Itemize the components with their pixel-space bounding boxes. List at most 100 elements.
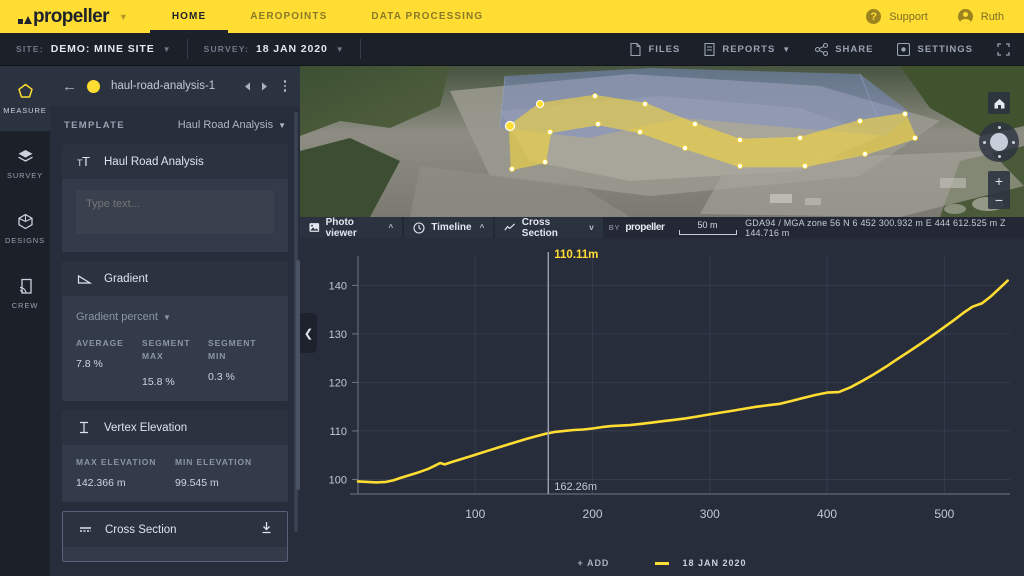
stat-min-elevation: MIN ELEVATION 99.545 m [175,456,274,489]
measurement-color-dot[interactable] [87,80,100,93]
card-header[interactable]: T T Haul Road Analysis [62,144,288,179]
rail-item-survey[interactable]: SURVEY [0,131,50,196]
rail-item-crew[interactable]: CREW [0,261,50,326]
share-button[interactable]: SHARE [815,43,873,56]
card-gradient: Gradient Gradient percent▼ AVERAGE 7.8 %… [62,261,288,401]
pentagon-icon [17,83,34,100]
support-button[interactable]: ? Support [866,9,928,24]
kebab-menu-icon[interactable] [282,78,289,94]
rail-item-designs[interactable]: DESIGNS [0,196,50,261]
svg-text:300: 300 [700,507,720,521]
stat-value: 0.3 % [208,371,274,383]
add-series-button[interactable]: + ADD [578,558,610,568]
chevron-down-icon[interactable]: ▼ [119,12,128,22]
stat-value: 7.8 % [76,358,142,370]
share-icon [815,43,828,56]
measurement-name[interactable]: haul-road-analysis-1 [111,80,236,92]
nav-tab-data-processing[interactable]: DATA PROCESSING [349,0,505,33]
download-icon[interactable] [260,521,273,539]
template-selector[interactable]: Haul Road Analysis▼ [178,119,286,131]
propeller-logo[interactable]: propeller ▼ [18,6,128,28]
gradient-triangle-icon [76,272,92,285]
photo-viewer-label: Photo viewer [326,217,381,239]
nav-tab-aeropoints[interactable]: AEROPOINTS [228,0,349,33]
back-arrow-icon[interactable]: ← [62,78,77,95]
stat-label: SEGMENT MIN [208,337,274,363]
file-icon [630,43,641,56]
reports-label: REPORTS [722,44,775,55]
chart-legend: + ADD 18 JAN 2020 [300,558,1024,568]
chevron-up-icon[interactable]: ^ [480,223,485,232]
timeline-button[interactable]: Timeline ^ [404,217,493,238]
report-icon [704,43,715,56]
stat-max-elevation: MAX ELEVATION 142.366 m [76,456,175,489]
chevron-up-icon[interactable]: ^ [389,223,394,232]
stat-average: AVERAGE 7.8 % [76,337,142,388]
scale-bar-label: 50 m [679,220,737,230]
site-value: DEMO: MINE SITE [51,43,155,55]
stat-value: 99.545 m [175,477,274,489]
rail-label-crew: CREW [12,301,39,310]
stat-value: 15.8 % [142,376,208,388]
fullscreen-button[interactable] [997,43,1010,56]
chevron-down-icon[interactable]: ▼ [163,45,171,54]
card-body: MAX ELEVATION 142.366 m MIN ELEVATION 99… [62,445,288,502]
previous-triangle-icon[interactable] [242,81,253,92]
gear-icon [897,43,910,56]
chart-line-icon [504,222,516,233]
files-label: FILES [648,44,680,55]
rail-item-measure[interactable]: MEASURE [0,66,50,131]
template-value-text: Haul Road Analysis [178,119,273,131]
context-bar-actions: FILES REPORTS ▼ SHARE [606,43,1010,56]
photo-viewer-button[interactable]: Photo viewer ^ [300,217,402,238]
settings-button[interactable]: SETTINGS [897,43,973,56]
stat-label: MAX ELEVATION [76,456,175,469]
card-header[interactable]: Vertex Elevation [62,410,288,445]
note-textarea[interactable] [76,190,274,234]
card-header[interactable]: Gradient [62,261,288,296]
primary-nav: HOME AEROPOINTS DATA PROCESSING [150,0,505,33]
support-label: Support [889,11,928,23]
user-menu-button[interactable]: Ruth [958,9,1004,24]
chevron-down-icon[interactable]: v [589,223,593,232]
next-triangle-icon[interactable] [259,81,270,92]
site-selector[interactable]: SITE: DEMO: MINE SITE ▼ [0,33,187,65]
card-body [62,179,288,252]
zoom-in-button[interactable]: + [988,171,1010,190]
chevron-left-icon[interactable]: ❮ [300,313,317,353]
svg-text:100: 100 [465,507,485,521]
card-header[interactable]: Cross Section [63,512,287,547]
template-row: TEMPLATE Haul Road Analysis▼ [50,106,300,144]
svg-text:400: 400 [817,507,837,521]
zoom-out-button[interactable]: − [988,190,1010,209]
home-icon[interactable] [988,92,1010,114]
device-cast-icon [17,278,34,295]
chevron-down-icon[interactable]: ▼ [336,45,344,54]
three-d-viewport[interactable]: + − [300,66,1024,217]
chart-scrollbar[interactable] [296,260,300,490]
timeline-label: Timeline [431,222,471,233]
stat-label: AVERAGE [76,337,142,350]
top-navigation-bar: propeller ▼ HOME AEROPOINTS DATA PROCESS… [0,0,1024,33]
coordinate-readout: GDA94 / MGA zone 56 N 6 452 300.932 m E … [745,218,1024,238]
nav-tab-home[interactable]: HOME [150,0,228,33]
reports-button[interactable]: REPORTS ▼ [704,43,791,56]
gradient-unit-dropdown[interactable]: Gradient percent▼ [76,311,171,323]
legend-label: 18 JAN 2020 [682,558,746,568]
stat-segment-min: SEGMENT MIN 0.3 % [208,337,274,388]
svg-text:T: T [82,155,90,168]
rail-label-designs: DESIGNS [5,236,45,245]
files-button[interactable]: FILES [630,43,680,56]
share-label: SHARE [835,44,873,55]
zoom-controls: + − [988,171,1010,209]
elevation-profile-chart[interactable]: 100110120130140100200300400500110.11m162… [300,238,1024,528]
cross-section-button[interactable]: Cross Section v [495,217,602,238]
question-mark-icon: ? [866,9,881,24]
svg-text:110: 110 [329,426,347,438]
chevron-down-icon[interactable]: ▼ [782,45,791,54]
svg-text:140: 140 [329,280,347,292]
survey-selector[interactable]: SURVEY: 18 JAN 2020 ▼ [188,33,360,65]
legend-item-survey[interactable]: 18 JAN 2020 [655,558,746,568]
compass-globe-icon[interactable] [979,122,1019,162]
chevron-down-icon: ▼ [163,313,171,322]
